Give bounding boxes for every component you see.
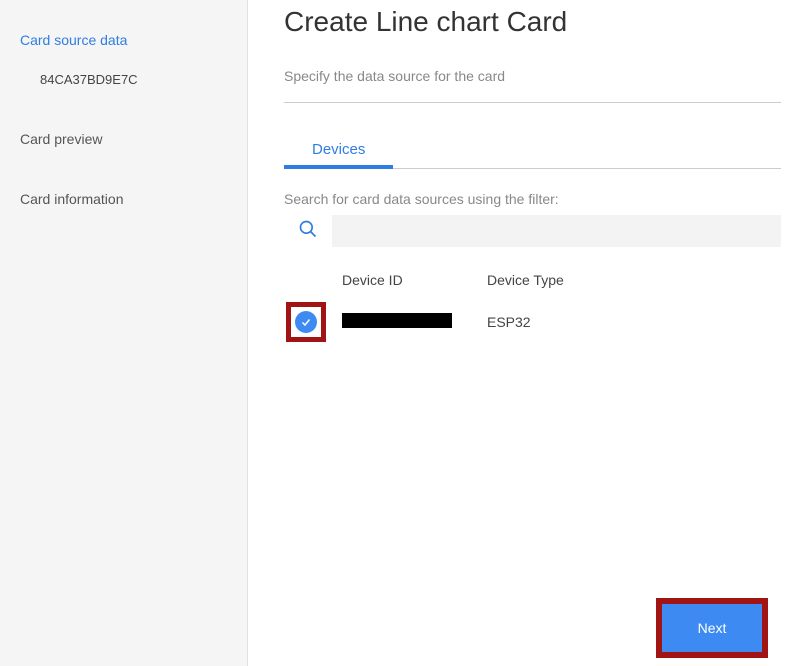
search-row (284, 215, 781, 247)
sidebar-subitem-device[interactable]: 84CA37BD9E7C (0, 60, 247, 99)
filter-label: Search for card data sources using the f… (284, 191, 781, 207)
search-input[interactable] (332, 215, 781, 247)
next-button[interactable]: Next (662, 604, 762, 652)
check-icon[interactable] (295, 311, 317, 333)
next-button-label: Next (698, 620, 727, 636)
header-device-id: Device ID (342, 272, 487, 288)
page-subtitle: Specify the data source for the card (284, 68, 781, 84)
header-device-type: Device Type (487, 272, 781, 288)
sidebar: Card source data 84CA37BD9E7C Card previ… (0, 0, 248, 666)
sidebar-item-label: Card information (20, 191, 124, 207)
divider (284, 102, 781, 103)
search-icon-wrapper[interactable] (284, 219, 332, 244)
device-table: Device ID Device Type ESP32 (284, 272, 781, 342)
sidebar-item-label: Card preview (20, 131, 102, 147)
col-check (284, 272, 342, 288)
cell-device-id (342, 313, 487, 331)
sidebar-item-information[interactable]: Card information (0, 179, 247, 219)
page-title: Create Line chart Card (284, 6, 781, 38)
next-highlight: Next (656, 598, 768, 658)
tab-label: Devices (312, 141, 365, 158)
table-row[interactable]: ESP32 (284, 302, 781, 342)
tab-devices[interactable]: Devices (284, 133, 393, 168)
tabs: Devices (284, 133, 781, 169)
cell-device-type: ESP32 (487, 314, 781, 330)
search-icon (298, 219, 318, 244)
row-check-wrapper (284, 302, 342, 342)
next-wrapper: Next (656, 598, 768, 658)
check-highlight (286, 302, 326, 342)
table-header: Device ID Device Type (284, 272, 781, 288)
main-content: Create Line chart Card Specify the data … (248, 0, 801, 666)
sidebar-item-source-data[interactable]: Card source data (0, 20, 247, 60)
sidebar-subitem-label: 84CA37BD9E7C (40, 72, 138, 87)
redacted-device-id (342, 313, 452, 328)
sidebar-item-preview[interactable]: Card preview (0, 119, 247, 159)
sidebar-item-label: Card source data (20, 32, 127, 48)
